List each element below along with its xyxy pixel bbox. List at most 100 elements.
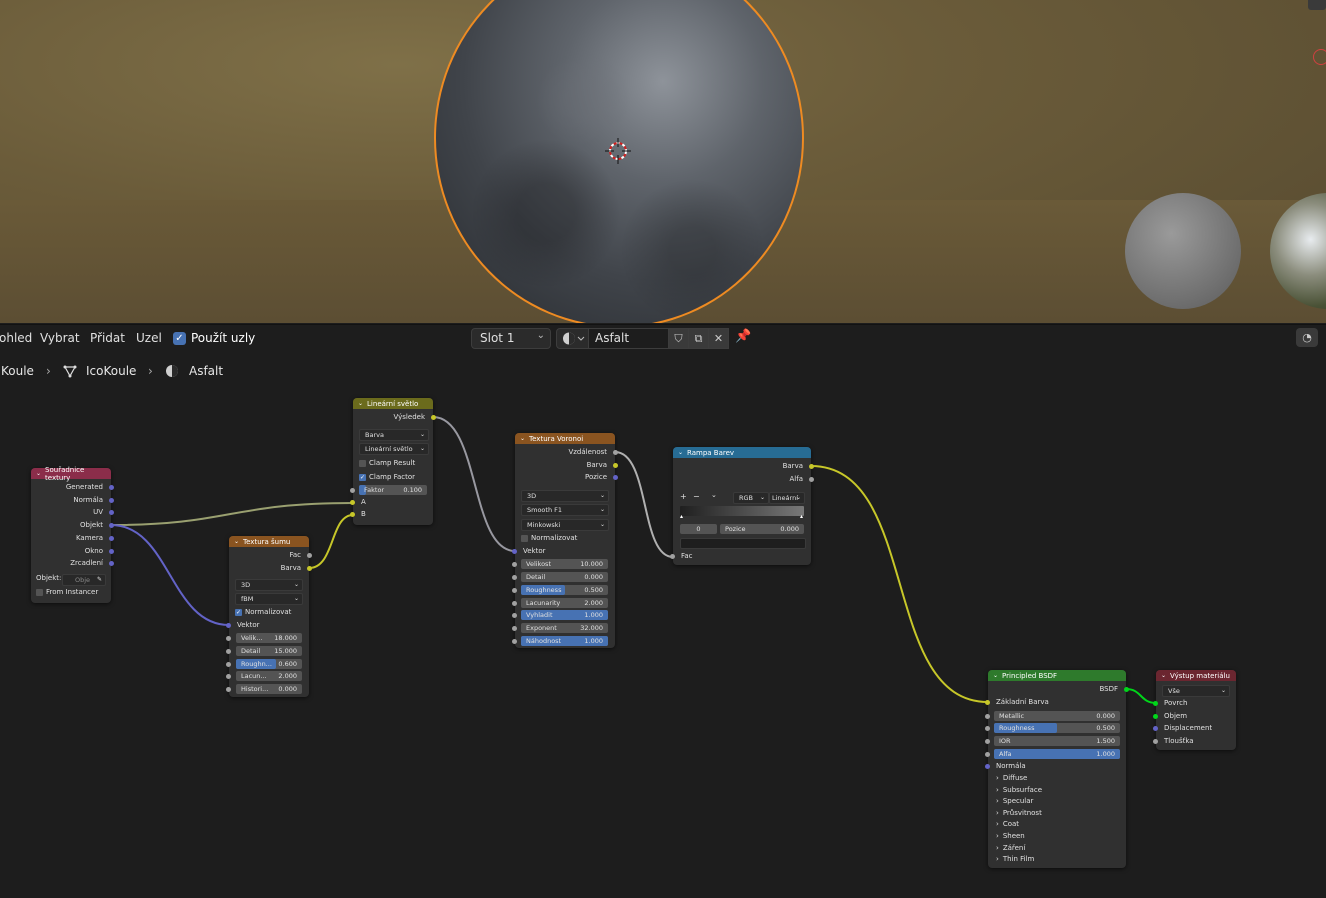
node-canvas[interactable]: ⌄ Souřadnice textury Generated Normála UV…	[0, 352, 1326, 898]
distortion-field[interactable]: Histori... 0.000	[226, 684, 302, 694]
node-linear-light[interactable]: ⌄ Lineární světlo Výsledek Barva ⌄ Lineárn…	[350, 398, 436, 525]
gizmo-icon[interactable]	[1313, 49, 1326, 65]
menu-add[interactable]: Přidat	[90, 331, 125, 345]
ramp-stop-marker-icon[interactable]: ▴	[800, 513, 803, 520]
roughness-field[interactable]: Roughness 0.500	[512, 585, 608, 595]
panel-coat[interactable]: › Coat	[996, 820, 1019, 828]
material-browse-button[interactable]	[556, 328, 590, 349]
color-mode-dropdown[interactable]: RGB ⌄	[733, 492, 769, 504]
use-nodes-toggle[interactable]: ✓ Použít uzly	[173, 331, 255, 345]
panel-transmission[interactable]: › Průsvitnost	[996, 809, 1042, 817]
metallic-field[interactable]: Metallic 0.000	[985, 711, 1120, 721]
collapse-arrow-icon[interactable]: ⌄	[36, 470, 41, 477]
viewport-corner-button[interactable]	[1308, 0, 1326, 10]
scale-field[interactable]: Velik... 18.000	[226, 633, 302, 643]
socket[interactable]	[109, 485, 114, 490]
render-target-dropdown[interactable]: Vše ⌄	[1162, 685, 1230, 697]
alpha-field[interactable]: Alfa 1.000	[985, 749, 1120, 759]
collapse-arrow-icon[interactable]: ⌄	[358, 400, 363, 407]
ramp-stop-marker-icon[interactable]: ▴	[680, 513, 683, 520]
collapse-arrow-icon[interactable]: ⌄	[234, 538, 239, 545]
socket[interactable]	[1153, 701, 1158, 706]
checkmark-icon[interactable]: ✓	[173, 331, 186, 345]
lacunarity-field[interactable]: Lacunarity 2.000	[512, 598, 608, 608]
lacunarity-field[interactable]: Lacun... 2.000	[226, 671, 302, 681]
menu-node[interactable]: Uzel	[136, 331, 162, 345]
socket[interactable]	[809, 464, 814, 469]
node-voronoi-texture[interactable]: ⌄ Textura Voronoi Vzdálenost Barva Pozice…	[512, 433, 618, 648]
collapse-arrow-icon[interactable]: ⌄	[520, 435, 525, 442]
detail-field[interactable]: Detail 15.000	[226, 646, 302, 656]
normalize-checkbox[interactable]: Normalizovat	[521, 534, 577, 542]
panel-subsurface[interactable]: › Subsurface	[996, 786, 1042, 794]
add-stop-icon[interactable]: +	[680, 492, 687, 501]
menu-view[interactable]: ohled	[0, 331, 32, 345]
socket[interactable]	[985, 764, 990, 769]
collapse-arrow-icon[interactable]: ⌄	[993, 672, 998, 679]
panel-sheen[interactable]: › Sheen	[996, 832, 1025, 840]
socket[interactable]	[1153, 726, 1158, 731]
3d-viewport[interactable]	[0, 0, 1326, 323]
socket[interactable]	[512, 549, 517, 554]
socket[interactable]	[307, 553, 312, 558]
3d-cursor-icon[interactable]	[605, 138, 631, 164]
pin-icon[interactable]: 📌	[735, 329, 751, 344]
smoothness-field[interactable]: Vyhladit 1.000	[512, 610, 608, 620]
socket[interactable]	[670, 554, 675, 559]
clamp-factor-checkbox[interactable]: ✓ Clamp Factor	[359, 473, 415, 481]
stop-color-swatch[interactable]	[680, 538, 806, 549]
exponent-field[interactable]: Exponent 32.000	[512, 623, 608, 633]
duplicate-material-icon[interactable]: ⧉	[688, 328, 709, 349]
clamp-result-checkbox[interactable]: Clamp Result	[359, 459, 415, 467]
color-ramp-gradient[interactable]	[680, 506, 804, 516]
roughness-field[interactable]: Roughness 0.500	[985, 723, 1120, 733]
socket[interactable]	[350, 500, 355, 505]
socket[interactable]	[226, 623, 231, 628]
socket[interactable]	[613, 450, 618, 455]
object-field[interactable]: Obje ✎	[62, 574, 106, 586]
noise-type-dropdown[interactable]: fBM ⌄	[235, 593, 303, 605]
normalize-checkbox[interactable]: ✓ Normalizovat	[235, 608, 291, 616]
unlink-material-close-icon[interactable]: ✕	[708, 328, 729, 349]
node-header[interactable]: ⌄ Principled BSDF	[988, 670, 1126, 681]
socket[interactable]	[109, 536, 114, 541]
socket[interactable]	[431, 415, 436, 420]
socket[interactable]	[109, 498, 114, 503]
collapse-arrow-icon[interactable]: ⌄	[678, 449, 683, 456]
randomness-field[interactable]: Náhodnost 1.000	[512, 636, 608, 646]
collapse-arrow-icon[interactable]: ⌄	[1161, 672, 1166, 679]
active-stop-index[interactable]: 0	[680, 524, 717, 534]
socket[interactable]	[985, 700, 990, 705]
ior-field[interactable]: IOR 1.500	[985, 736, 1120, 746]
node-principled-bsdf[interactable]: ⌄ Principled BSDF BSDF Základní Barva Met…	[985, 670, 1129, 868]
from-instancer-checkbox[interactable]: From Instancer	[36, 588, 98, 596]
node-texture-coordinate[interactable]: ⌄ Souřadnice textury Generated Normála UV…	[31, 466, 114, 603]
slot-dropdown[interactable]: Slot 1 ⌄	[471, 328, 551, 349]
scale-field[interactable]: Velikost 10.000	[512, 559, 608, 569]
node-header[interactable]: ⌄ Lineární světlo	[353, 398, 433, 409]
socket[interactable]	[109, 523, 114, 528]
remove-stop-icon[interactable]: −	[693, 492, 700, 501]
socket[interactable]	[109, 510, 114, 515]
interpolation-dropdown[interactable]: Lineární ⌄	[769, 492, 805, 504]
node-header[interactable]: ⌄ Souřadnice textury	[31, 466, 111, 482]
node-noise-texture[interactable]: ⌄ Textura šumu Fac Barva 3D ⌄ fBM ⌄ ✓ Normal…	[226, 536, 312, 697]
fake-user-shield-icon[interactable]: ⛉	[668, 328, 689, 349]
material-name-field[interactable]: Asfalt	[588, 328, 670, 349]
data-type-dropdown[interactable]: Barva ⌄	[359, 429, 429, 441]
overlay-toggle-icon[interactable]: ◔	[1296, 328, 1318, 347]
menu-select[interactable]: Vybrat	[40, 331, 80, 345]
node-material-output[interactable]: ⌄ Výstup materiálu Vše ⌄ Povrch Objem Disp…	[1153, 670, 1236, 750]
socket[interactable]	[613, 463, 618, 468]
socket[interactable]	[1153, 739, 1158, 744]
panel-emission[interactable]: › Záření	[996, 844, 1025, 852]
node-header[interactable]: ⌄ Rampa Barev	[673, 447, 811, 458]
socket[interactable]	[1124, 687, 1129, 692]
socket[interactable]	[809, 477, 814, 482]
socket[interactable]	[1153, 714, 1158, 719]
blend-mode-dropdown[interactable]: Lineární světlo ⌄	[359, 443, 429, 455]
node-header[interactable]: ⌄ Textura šumu	[229, 536, 309, 547]
socket[interactable]	[613, 475, 618, 480]
detail-field[interactable]: Detail 0.000	[512, 572, 608, 582]
socket[interactable]	[109, 561, 114, 566]
